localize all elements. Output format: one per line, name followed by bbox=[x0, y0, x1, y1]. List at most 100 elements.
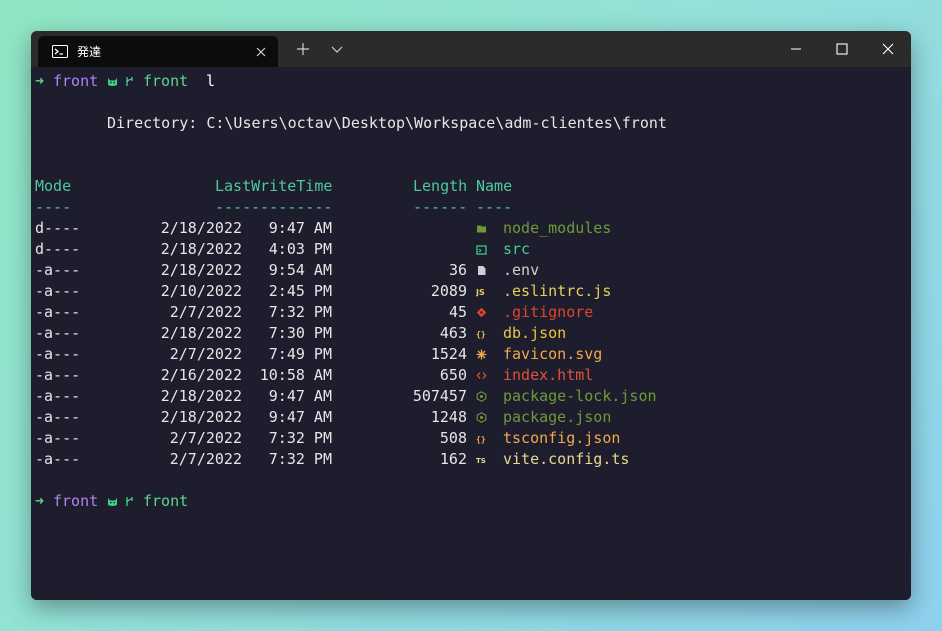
underline-lastwrite: ------------- bbox=[215, 198, 333, 216]
folder-icon bbox=[477, 225, 486, 233]
file-mode: -a--- bbox=[35, 324, 81, 342]
listing-underline: ---- ------------- ------ ---- bbox=[35, 197, 512, 218]
file-length: 45 bbox=[448, 303, 467, 321]
file-time: 9:47 AM bbox=[268, 408, 332, 426]
file-name: src bbox=[503, 240, 531, 258]
file-date: 2/16/2022 bbox=[160, 366, 242, 384]
title-bar: 発達 bbox=[31, 31, 911, 67]
file-length: 1248 bbox=[430, 408, 467, 426]
file-length: 2089 bbox=[430, 282, 467, 300]
file-time: 7:32 PM bbox=[268, 429, 332, 447]
file-date: 2/18/2022 bbox=[160, 387, 242, 405]
json-icon: {} bbox=[476, 330, 486, 339]
file-time: 7:32 PM bbox=[268, 450, 332, 468]
file-date: 2/7/2022 bbox=[169, 450, 242, 468]
directory-line: Directory: C:\Users\octav\Desktop\Worksp… bbox=[107, 114, 667, 132]
file-icon bbox=[478, 266, 486, 275]
file-mode: -a--- bbox=[35, 408, 81, 426]
file-mode: -a--- bbox=[35, 429, 81, 447]
prompt-arrow-icon: ➜ bbox=[35, 492, 45, 510]
npm-icon bbox=[476, 412, 487, 423]
typescript-icon: TS bbox=[476, 457, 486, 465]
file-mode: d---- bbox=[35, 219, 81, 237]
powershell-icon bbox=[52, 45, 68, 58]
tab-title: 発達 bbox=[77, 45, 102, 59]
git-branch-icon bbox=[126, 77, 133, 86]
file-name: index.html bbox=[503, 366, 594, 384]
file-name: .gitignore bbox=[503, 303, 594, 321]
file-length: 507457 bbox=[412, 387, 467, 405]
file-mode: -a--- bbox=[35, 450, 81, 468]
file-date: 2/10/2022 bbox=[160, 282, 242, 300]
file-length: 162 bbox=[439, 450, 467, 468]
file-mode: -a--- bbox=[35, 387, 81, 405]
minimize-icon[interactable] bbox=[789, 42, 803, 56]
file-name: .eslintrc.js bbox=[503, 282, 612, 300]
file-length: 1524 bbox=[430, 345, 467, 363]
file-time: 4:03 PM bbox=[268, 240, 332, 258]
svg-text:TS: TS bbox=[476, 457, 486, 465]
file-time: 10:58 AM bbox=[259, 366, 332, 384]
file-name: favicon.svg bbox=[503, 345, 603, 363]
chevron-down-icon[interactable] bbox=[330, 42, 344, 56]
prompt-line: ➜ front front l bbox=[35, 71, 215, 92]
source-folder-icon bbox=[476, 245, 487, 255]
file-mode: -a--- bbox=[35, 303, 81, 321]
npm-icon bbox=[476, 391, 487, 402]
file-mode: -a--- bbox=[35, 261, 81, 279]
file-name: package-lock.json bbox=[503, 387, 657, 405]
file-time: 9:47 AM bbox=[268, 387, 332, 405]
file-name: tsconfig.json bbox=[503, 429, 621, 447]
tab-active[interactable]: 発達 bbox=[38, 36, 278, 67]
cat-icon bbox=[108, 78, 117, 86]
file-length: 650 bbox=[439, 366, 467, 384]
terminal-output[interactable]: ➜ front front l Directory: C:\Users\octa… bbox=[31, 67, 911, 600]
file-mode: -a--- bbox=[35, 366, 81, 384]
svg-text:JS: JS bbox=[476, 288, 485, 297]
svg-text:{}: {} bbox=[476, 435, 486, 444]
file-time: 7:49 PM bbox=[268, 345, 332, 363]
new-tab-icon[interactable] bbox=[296, 42, 310, 56]
file-name: db.json bbox=[503, 324, 567, 342]
file-date: 2/18/2022 bbox=[160, 219, 242, 237]
file-time: 9:54 AM bbox=[268, 261, 332, 279]
git-branch-icon bbox=[126, 497, 133, 506]
terminal-window: 発達 ➜ front front l Directory: C:\Users\o… bbox=[31, 31, 911, 600]
file-date: 2/18/2022 bbox=[160, 408, 242, 426]
prompt-branch: front bbox=[143, 492, 189, 510]
git-icon bbox=[476, 307, 487, 318]
close-window-icon[interactable] bbox=[881, 42, 895, 56]
file-length: 36 bbox=[448, 261, 467, 279]
html-icon bbox=[476, 372, 487, 379]
prompt-directory: front bbox=[53, 492, 99, 510]
file-name: .env bbox=[503, 261, 540, 279]
json-icon: {} bbox=[476, 435, 486, 444]
underline-mode: ---- bbox=[35, 198, 72, 216]
listing-header: Mode LastWriteTime Length Name bbox=[35, 176, 512, 197]
file-mode: -a--- bbox=[35, 345, 81, 363]
prompt-branch: front bbox=[143, 72, 189, 90]
file-name: node_modules bbox=[503, 219, 612, 237]
cat-icon bbox=[108, 498, 117, 506]
javascript-icon: JS bbox=[476, 288, 485, 297]
file-mode: d---- bbox=[35, 240, 81, 258]
file-date: 2/7/2022 bbox=[169, 429, 242, 447]
file-length: 508 bbox=[439, 429, 467, 447]
underline-length: ------ bbox=[413, 198, 468, 216]
header-length: Length bbox=[413, 177, 468, 195]
prompt-line: ➜ front front bbox=[35, 491, 188, 512]
prompt-command: l bbox=[206, 72, 216, 90]
file-date: 2/18/2022 bbox=[160, 261, 242, 279]
underline-name: ---- bbox=[476, 198, 513, 216]
file-date: 2/18/2022 bbox=[160, 240, 242, 258]
header-name: Name bbox=[476, 177, 513, 195]
file-time: 9:47 AM bbox=[268, 219, 332, 237]
close-tab-icon[interactable] bbox=[254, 45, 268, 59]
file-length: 463 bbox=[439, 324, 467, 342]
file-name: vite.config.ts bbox=[503, 450, 630, 468]
maximize-icon[interactable] bbox=[835, 42, 849, 56]
file-time: 2:45 PM bbox=[268, 282, 332, 300]
file-date: 2/7/2022 bbox=[169, 345, 242, 363]
header-mode: Mode bbox=[35, 177, 72, 195]
file-mode: -a--- bbox=[35, 282, 81, 300]
